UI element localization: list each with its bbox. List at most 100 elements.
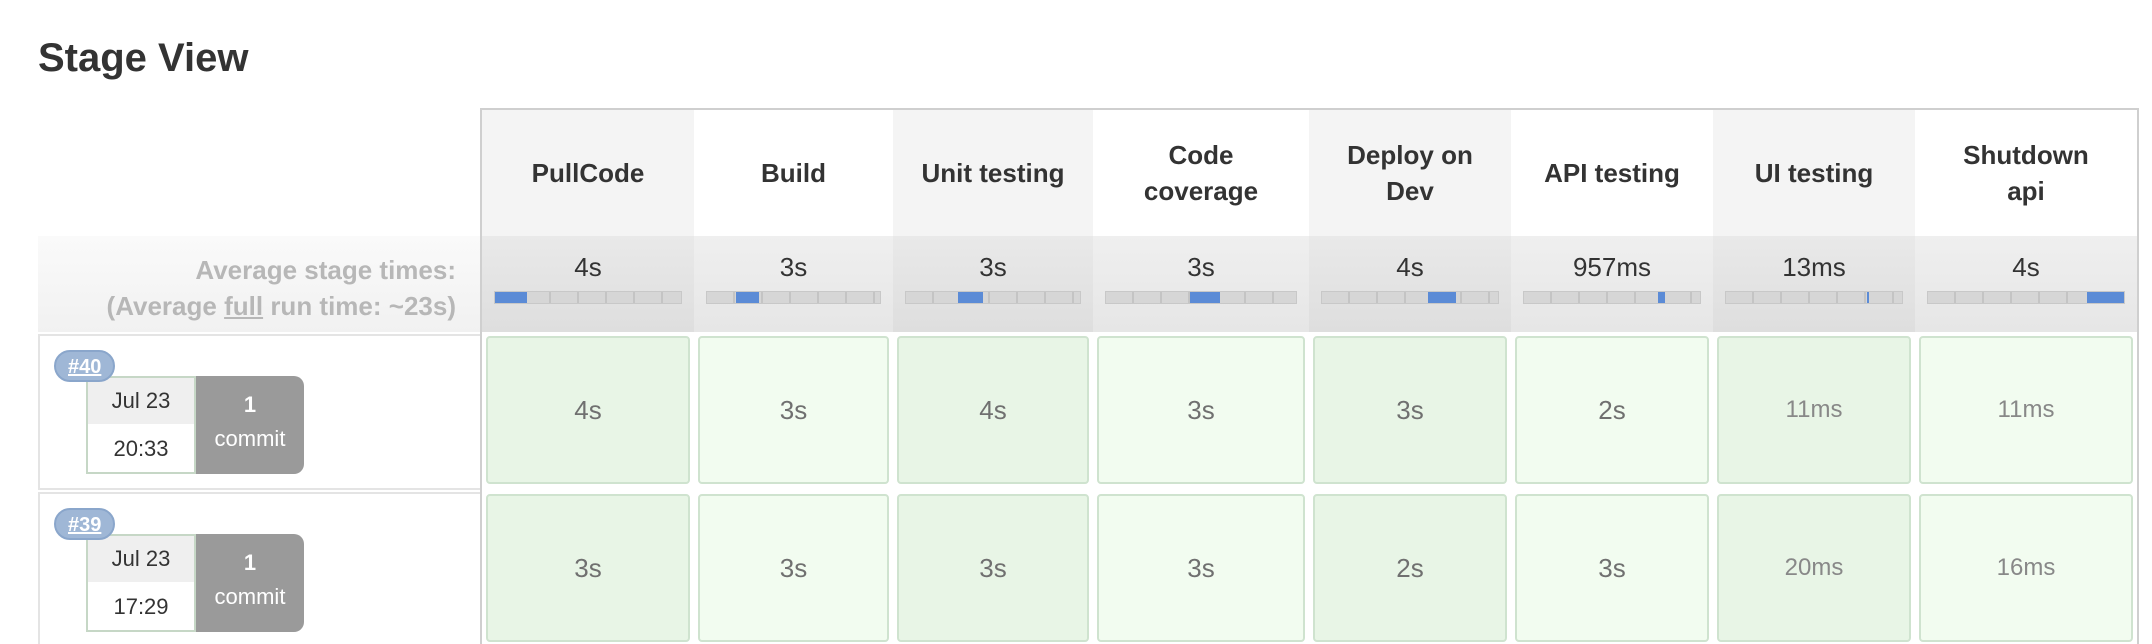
stage-name-line2: Dev: [1386, 176, 1434, 206]
commit-label: commit: [214, 584, 286, 609]
stage-name: Code coverage: [1144, 137, 1258, 209]
stage-header: Code coverage: [1093, 110, 1309, 236]
stage-duration-cell[interactable]: 3s: [1097, 494, 1305, 642]
stage-duration-cell[interactable]: 4s: [897, 336, 1089, 484]
stage-name: API testing: [1544, 155, 1680, 191]
stage-progress-fill: [495, 292, 527, 303]
stage-progress-fill: [2086, 292, 2124, 303]
stage-average: 4s: [1915, 236, 2137, 332]
stage-header: Deploy on Dev: [1309, 110, 1511, 236]
stage-average-time: 4s: [2012, 252, 2040, 282]
commit-button[interactable]: 1 commit: [196, 376, 304, 474]
stage-progress-bar: [1105, 291, 1297, 304]
stage-average: 3s: [893, 236, 1093, 332]
stage-progress-bar: [1927, 291, 2125, 304]
stage-average-time: 3s: [979, 252, 1007, 282]
stage-duration-cell[interactable]: 3s: [1097, 336, 1305, 484]
stage-average: 13ms: [1713, 236, 1915, 332]
stage-duration-cell[interactable]: 4s: [486, 336, 690, 484]
commit-count: 1: [243, 392, 257, 417]
commit-count: 1: [243, 550, 257, 575]
average-label-suffix: run time: ~23s): [263, 291, 456, 321]
stage-name-line1: UI testing: [1754, 158, 1874, 188]
stage-progress-fill: [958, 292, 983, 303]
stage-name-line1: API testing: [1544, 158, 1680, 188]
build-date: Jul 23: [88, 378, 194, 424]
stage-progress-bar: [1725, 291, 1903, 304]
stage-average-time: 4s: [574, 252, 602, 282]
stage-average-time: 3s: [779, 252, 808, 282]
stage-progress-bar: [494, 291, 682, 304]
stage-duration-cell[interactable]: 3s: [698, 494, 889, 642]
average-label-prefix: (Average: [106, 291, 225, 321]
stage-average-time: 957ms: [1572, 252, 1652, 282]
page-title: Stage View: [38, 36, 249, 80]
stage-name: Build: [761, 155, 826, 191]
average-stage-times-label: Average stage times: (Average full run t…: [38, 236, 480, 332]
stage-average: 957ms: [1511, 236, 1713, 332]
stage-name-line1: Deploy on: [1347, 140, 1473, 170]
build-number-link[interactable]: #39: [54, 508, 116, 540]
build-time: 17:29: [113, 594, 169, 619]
stage-duration-cell[interactable]: 20ms: [1717, 494, 1911, 642]
build-number-link[interactable]: #40: [54, 350, 116, 382]
stage-average: 3s: [1093, 236, 1309, 332]
commit-label: commit: [214, 426, 286, 451]
stage-average: 3s: [694, 236, 893, 332]
build-row-40: #40 Jul 23 20:33 1 commit: [38, 334, 480, 490]
stage-duration-cell[interactable]: 3s: [897, 494, 1089, 642]
build-date-box: Jul 23 20:33: [86, 376, 196, 474]
build-time: 20:33: [113, 436, 169, 461]
build-date: Jul 23: [88, 536, 194, 582]
stage-progress-bar: [905, 291, 1081, 304]
stage-table: PullCode 4s 4s 3s Build 3s 3s 3s Unit testing 3s 4…: [480, 108, 2139, 644]
stage-name-line1: Build: [761, 158, 826, 188]
stage-name-line1: Code: [1168, 140, 1234, 170]
stage-progress-fill: [1866, 292, 1869, 303]
stage-duration-cell[interactable]: 11ms: [1919, 336, 2133, 484]
stage-duration-cell[interactable]: 16ms: [1919, 494, 2133, 642]
stage-name: Deploy on Dev: [1347, 137, 1473, 209]
stage-name: Shutdown api: [1963, 137, 2089, 209]
stage-name-line1: Unit testing: [921, 158, 1065, 188]
average-label-line2: (Average full run time: ~23s): [38, 288, 456, 324]
stage-average-time: 3s: [1187, 252, 1215, 282]
stage-name-line1: PullCode: [531, 158, 645, 188]
stage-header: Build: [694, 110, 893, 236]
stage-name-line2: api: [2007, 176, 2045, 206]
stage-duration-cell[interactable]: 3s: [1515, 494, 1709, 642]
average-label-line1: Average stage times:: [195, 255, 456, 285]
stage-name: UI testing: [1755, 155, 1873, 191]
stage-name: PullCode: [532, 155, 645, 191]
stage-view-page: Stage View Average stage times: (Average…: [0, 0, 2152, 644]
commit-button[interactable]: 1 commit: [196, 534, 304, 632]
stage-average: 4s: [1309, 236, 1511, 332]
stage-progress-fill: [1427, 292, 1456, 303]
build-row-39: #39 Jul 23 17:29 1 commit: [38, 492, 480, 644]
stage-progress-fill: [736, 292, 759, 303]
stage-header: Unit testing: [893, 110, 1093, 236]
stage-progress-bar: [706, 291, 881, 304]
stage-average: 4s: [482, 236, 694, 332]
stage-progress-fill: [1189, 292, 1220, 303]
stage-duration-cell[interactable]: 3s: [486, 494, 690, 642]
stage-header: UI testing: [1713, 110, 1915, 236]
stage-header: PullCode: [482, 110, 694, 236]
stage-progress-fill: [1657, 292, 1665, 303]
stage-name-line2: coverage: [1143, 176, 1259, 206]
stage-duration-cell[interactable]: 2s: [1313, 494, 1507, 642]
stage-duration-cell[interactable]: 11ms: [1717, 336, 1911, 484]
stage-duration-cell[interactable]: 3s: [698, 336, 889, 484]
stage-average-time: 13ms: [1782, 252, 1846, 282]
build-date-box: Jul 23 17:29: [86, 534, 196, 632]
stage-progress-bar: [1321, 291, 1499, 304]
stage-header: API testing: [1511, 110, 1713, 236]
stage-name: Unit testing: [922, 155, 1065, 191]
stage-progress-bar: [1523, 291, 1701, 304]
stage-name-line1: Shutdown: [1963, 140, 2089, 170]
stage-header: Shutdown api: [1915, 110, 2137, 236]
stage-duration-cell[interactable]: 3s: [1313, 336, 1507, 484]
stage-duration-cell[interactable]: 2s: [1515, 336, 1709, 484]
stage-average-time: 4s: [1396, 252, 1424, 282]
full-run-link[interactable]: full: [224, 291, 263, 321]
